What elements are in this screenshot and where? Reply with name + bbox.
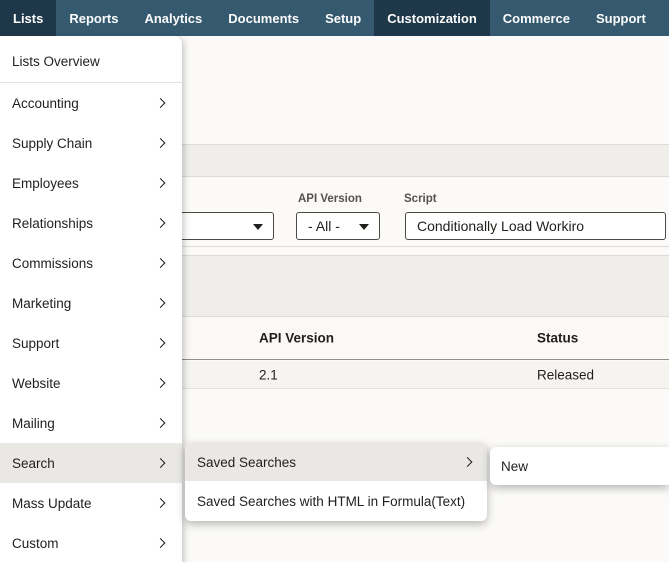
chevron-right-icon <box>156 258 166 268</box>
chevron-right-icon <box>156 418 166 428</box>
table-cell-api-version: 2.1 <box>259 367 278 382</box>
menu-item-label: Employees <box>12 176 79 191</box>
nav-item-documents[interactable]: Documents <box>215 0 312 36</box>
lists-dropdown-menu: Lists Overview Accounting Supply Chain E… <box>0 36 182 562</box>
menu-item-label: Relationships <box>12 216 93 231</box>
flyout-item-new[interactable]: New <box>490 447 669 485</box>
menu-item-label: Mass Update <box>12 496 92 511</box>
nav-item-customization[interactable]: Customization <box>374 0 490 36</box>
dropdown-arrow-icon <box>359 224 369 230</box>
table-cell-status: Released <box>537 367 594 382</box>
menu-item-employees[interactable]: Employees <box>0 163 182 203</box>
table-header-api-version: API Version <box>259 331 334 346</box>
menu-item-mass-update[interactable]: Mass Update <box>0 483 182 523</box>
main-navbar: Lists Reports Analytics Documents Setup … <box>0 0 669 36</box>
nav-item-support[interactable]: Support <box>583 0 659 36</box>
menu-item-lists-overview[interactable]: Lists Overview <box>0 40 182 82</box>
menu-item-label: Website <box>12 376 61 391</box>
menu-item-label: Mailing <box>12 416 55 431</box>
api-version-select[interactable]: - All - <box>296 212 380 240</box>
chevron-right-icon <box>156 298 166 308</box>
menu-item-relationships[interactable]: Relationships <box>0 203 182 243</box>
nav-item-commerce[interactable]: Commerce <box>490 0 583 36</box>
nav-item-analytics[interactable]: Analytics <box>131 0 215 36</box>
chevron-right-icon <box>156 378 166 388</box>
search-submenu: Saved Searches Saved Searches with HTML … <box>185 443 487 521</box>
menu-item-website[interactable]: Website <box>0 363 182 403</box>
api-version-selected-value: - All - <box>297 218 340 234</box>
menu-item-accounting[interactable]: Accounting <box>0 83 182 123</box>
menu-item-label: New <box>501 459 528 474</box>
chevron-right-icon <box>156 178 166 188</box>
chevron-right-icon <box>156 538 166 548</box>
table-header-status: Status <box>537 331 578 346</box>
chevron-right-icon <box>156 98 166 108</box>
dropdown-arrow-icon <box>253 224 263 230</box>
api-version-filter-label: API Version <box>298 193 362 205</box>
menu-item-label: Accounting <box>12 96 79 111</box>
menu-item-label: Custom <box>12 536 59 551</box>
app-window: API Version - All - Script Conditionally… <box>0 0 669 562</box>
menu-item-commissions[interactable]: Commissions <box>0 243 182 283</box>
chevron-right-icon <box>156 138 166 148</box>
nav-item-setup[interactable]: Setup <box>312 0 374 36</box>
saved-searches-flyout: New <box>490 447 669 485</box>
menu-item-supply-chain[interactable]: Supply Chain <box>0 123 182 163</box>
menu-item-label: Marketing <box>12 296 71 311</box>
script-input[interactable]: Conditionally Load Workiro <box>405 212 666 240</box>
menu-item-marketing[interactable]: Marketing <box>0 283 182 323</box>
menu-item-label: Commissions <box>12 256 93 271</box>
chevron-right-icon <box>463 457 473 467</box>
menu-item-search[interactable]: Search <box>0 443 182 483</box>
menu-item-label: Saved Searches <box>197 455 296 470</box>
menu-item-label: Saved Searches with HTML in Formula(Text… <box>197 494 465 509</box>
chevron-right-icon <box>156 458 166 468</box>
chevron-right-icon <box>156 338 166 348</box>
chevron-right-icon <box>156 218 166 228</box>
menu-item-label: Search <box>12 456 55 471</box>
script-filter-label: Script <box>404 193 437 205</box>
menu-item-label: Support <box>12 336 59 351</box>
submenu-item-saved-searches[interactable]: Saved Searches <box>185 443 487 481</box>
menu-item-label: Supply Chain <box>12 136 92 151</box>
menu-item-label: Lists Overview <box>12 54 100 69</box>
nav-item-reports[interactable]: Reports <box>56 0 131 36</box>
chevron-right-icon <box>156 498 166 508</box>
menu-item-mailing[interactable]: Mailing <box>0 403 182 443</box>
menu-item-support[interactable]: Support <box>0 323 182 363</box>
nav-item-lists[interactable]: Lists <box>0 0 56 36</box>
menu-item-custom[interactable]: Custom <box>0 523 182 562</box>
script-input-value: Conditionally Load Workiro <box>406 218 584 234</box>
submenu-item-saved-searches-html-formula[interactable]: Saved Searches with HTML in Formula(Text… <box>185 481 487 521</box>
